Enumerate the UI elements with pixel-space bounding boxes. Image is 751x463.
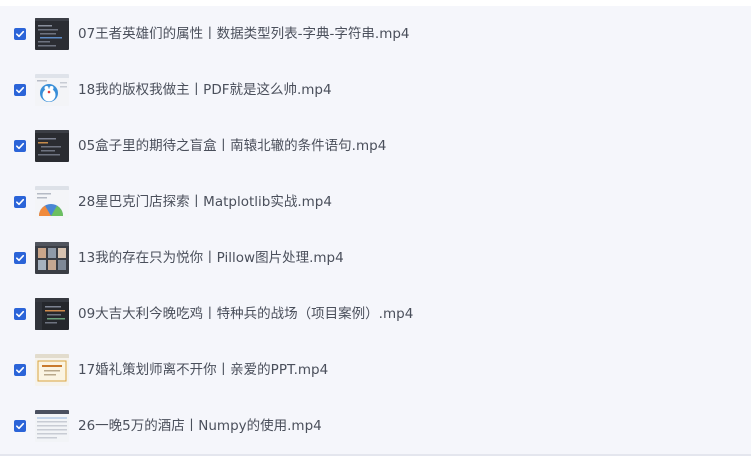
file-name[interactable]: 09大吉大利今晚吃鸡丨特种兵的战场（项目案例）.mp4	[78, 304, 413, 324]
file-name[interactable]: 28星巴克门店探索丨Matplotlib实战.mp4	[78, 192, 332, 212]
checkbox-checked-icon[interactable]	[14, 252, 26, 264]
table-thumbnail[interactable]	[35, 410, 69, 442]
list-item[interactable]: 13我的存在只为悦你丨Pillow图片处理.mp4	[0, 230, 751, 286]
checkbox-checked-icon[interactable]	[14, 308, 26, 320]
checkbox-checked-icon[interactable]	[14, 140, 26, 152]
list-item[interactable]: 28星巴克门店探索丨Matplotlib实战.mp4	[0, 174, 751, 230]
checkbox-checked-icon[interactable]	[14, 364, 26, 376]
list-item[interactable]: 17婚礼策划师离不开你丨亲爱的PPT.mp4	[0, 342, 751, 398]
list-item[interactable]: 09大吉大利今晚吃鸡丨特种兵的战场（项目案例）.mp4	[0, 286, 751, 342]
list-item[interactable]: 26一晚5万的酒店丨Numpy的使用.mp4	[0, 398, 751, 454]
divider	[0, 454, 751, 456]
chart-thumbnail[interactable]	[35, 186, 69, 218]
checkbox-checked-icon[interactable]	[14, 420, 26, 432]
file-list: 07王者英雄们的属性丨数据类型列表-字典-字符串.mp4 18我的版权我做主丨P…	[0, 6, 751, 454]
file-name[interactable]: 13我的存在只为悦你丨Pillow图片处理.mp4	[78, 248, 344, 268]
list-item[interactable]: 07王者英雄们的属性丨数据类型列表-字典-字符串.mp4	[0, 6, 751, 62]
file-name[interactable]: 07王者英雄们的属性丨数据类型列表-字典-字符串.mp4	[78, 24, 410, 44]
checkbox-checked-icon[interactable]	[14, 196, 26, 208]
checkbox-checked-icon[interactable]	[14, 28, 26, 40]
certificate-thumbnail[interactable]	[35, 354, 69, 386]
photo-grid-thumbnail[interactable]	[35, 242, 69, 274]
dark-code-thumbnail[interactable]	[35, 130, 69, 162]
file-name[interactable]: 26一晚5万的酒店丨Numpy的使用.mp4	[78, 416, 322, 436]
dark-ide-thumbnail[interactable]	[35, 298, 69, 330]
file-name[interactable]: 05盒子里的期待之盲盒丨南辕北辙的条件语句.mp4	[78, 136, 386, 156]
list-item[interactable]: 18我的版权我做主丨PDF就是这么帅.mp4	[0, 62, 751, 118]
file-name[interactable]: 18我的版权我做主丨PDF就是这么帅.mp4	[78, 80, 332, 100]
doraemon-thumbnail[interactable]	[35, 74, 69, 106]
dark-code-thumbnail[interactable]	[35, 18, 69, 50]
list-item[interactable]: 05盒子里的期待之盲盒丨南辕北辙的条件语句.mp4	[0, 118, 751, 174]
file-name[interactable]: 17婚礼策划师离不开你丨亲爱的PPT.mp4	[78, 360, 328, 380]
checkbox-checked-icon[interactable]	[14, 84, 26, 96]
